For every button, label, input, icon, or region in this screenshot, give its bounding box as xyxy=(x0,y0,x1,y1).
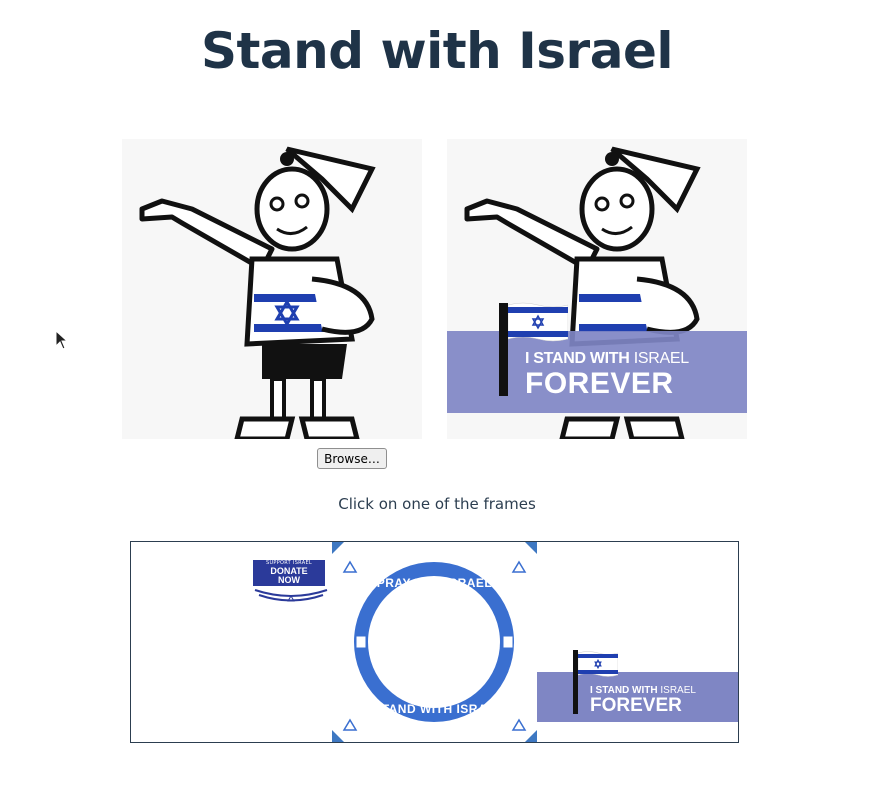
donate-ribbon-icon xyxy=(254,589,328,602)
pray-frame-top-text: PRAY FOR ISRAEL xyxy=(376,576,493,590)
framed-preview: I STAND WITH ISRAEL FOREVER xyxy=(447,139,747,439)
israel-flag-icon xyxy=(508,302,568,342)
israel-flag-icon xyxy=(578,651,618,677)
donate-badge: SUPPORT ISRAEL DONATE NOW xyxy=(253,560,329,604)
frames-grid: SUPPORT ISRAEL DONATE NOW PRAY FOR ISRAE… xyxy=(130,541,739,743)
pray-frame-bottom-text: I STAND WITH ISRAEL xyxy=(365,702,504,716)
original-photo xyxy=(122,139,422,439)
banner-text-bottom: FOREVER xyxy=(525,367,674,400)
donate-badge-line2: NOW xyxy=(278,575,300,585)
browse-button[interactable]: Browse… xyxy=(317,448,387,469)
instruction-text: Click on one of the frames xyxy=(338,495,536,513)
cartoon-boy-illustration xyxy=(139,146,376,439)
mouse-cursor-icon xyxy=(55,330,69,350)
flag-pole xyxy=(499,303,508,396)
page-title: Stand with Israel xyxy=(201,22,674,80)
banner-text-top: I STAND WITH ISRAEL xyxy=(525,350,689,367)
forever-frame-text-bottom: FOREVER xyxy=(590,695,682,716)
frame-option-pray[interactable]: PRAY FOR ISRAEL I STAND WITH ISRAEL xyxy=(332,542,537,742)
frame-option-forever[interactable]: I STAND WITH ISRAEL FOREVER xyxy=(537,542,738,742)
frame-option-donate[interactable]: SUPPORT ISRAEL DONATE NOW xyxy=(131,542,332,742)
